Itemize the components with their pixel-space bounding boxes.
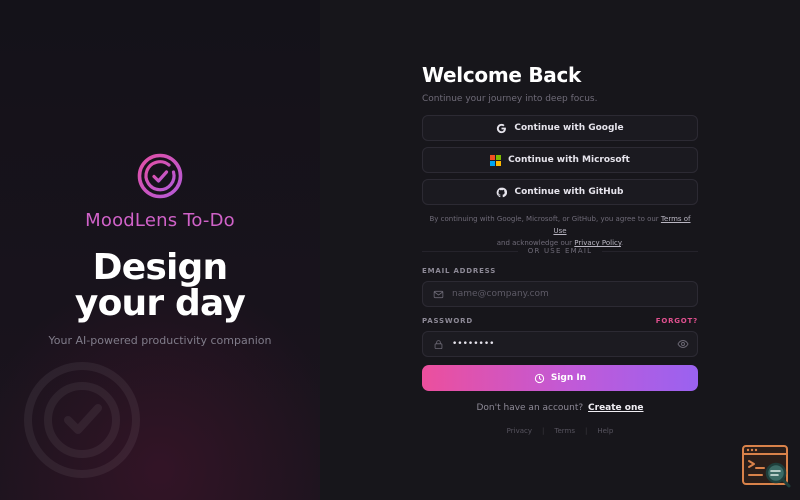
- password-field-wrapper: [422, 331, 698, 357]
- footer-separator: |: [585, 427, 588, 435]
- terminal-search-icon[interactable]: [742, 445, 792, 489]
- login-form: Welcome Back Continue your journey into …: [422, 60, 698, 435]
- google-button-label: Continue with Google: [514, 123, 624, 133]
- legal-notice: By continuing with Google, Microsoft, or…: [422, 213, 698, 249]
- github-button-label: Continue with GitHub: [514, 187, 624, 197]
- microsoft-button-label: Continue with Microsoft: [508, 155, 630, 165]
- lock-icon: [434, 339, 443, 349]
- google-signin-button[interactable]: Continue with Google: [422, 115, 698, 141]
- google-icon: [497, 123, 507, 133]
- page-title: Welcome Back: [422, 63, 582, 87]
- footer-links: Privacy | Terms | Help: [422, 427, 698, 435]
- divider-line-right: [602, 250, 698, 252]
- login-panel: Welcome Back Continue your journey into …: [320, 0, 800, 500]
- github-icon: [497, 187, 508, 197]
- divider-label: OR USE EMAIL: [527, 247, 593, 255]
- email-label: EMAIL ADDRESS: [422, 267, 497, 275]
- hero-title: Design your day: [0, 250, 320, 322]
- footer-privacy-link[interactable]: Privacy: [507, 427, 532, 435]
- footer-separator: |: [542, 427, 545, 435]
- brand-panel: MoodLens To-Do Design your day Your AI-p…: [0, 0, 320, 500]
- hero-title-line1: Design: [92, 247, 228, 288]
- signup-prompt: Don't have an account? Create one: [422, 403, 698, 413]
- eye-icon[interactable]: [677, 338, 689, 350]
- sign-in-button[interactable]: Sign In: [422, 365, 698, 391]
- email-field[interactable]: [452, 284, 697, 304]
- footer-terms-link[interactable]: Terms: [554, 427, 575, 435]
- page-subtitle: Continue your journey into deep focus.: [422, 94, 598, 104]
- mail-icon: [433, 290, 444, 298]
- divider: OR USE EMAIL: [422, 246, 698, 256]
- forgot-password-link[interactable]: FORGOT?: [656, 317, 698, 325]
- background-logo-icon: [24, 362, 140, 478]
- microsoft-icon: [490, 154, 502, 166]
- microsoft-signin-button[interactable]: Continue with Microsoft: [422, 147, 698, 173]
- password-label: PASSWORD: [422, 317, 473, 325]
- sign-in-label: Sign In: [550, 373, 587, 383]
- hero-tagline: Your AI-powered productivity companion: [48, 334, 272, 347]
- brand-name: MoodLens To-Do: [85, 210, 235, 231]
- signup-prompt-text: Don't have an account?: [476, 403, 584, 413]
- target-check-icon: [137, 153, 183, 199]
- hero-title-line2: your day: [74, 283, 246, 324]
- email-field-wrapper: [422, 281, 698, 307]
- create-account-link[interactable]: Create one: [588, 403, 643, 413]
- github-signin-button[interactable]: Continue with GitHub: [422, 179, 698, 205]
- divider-line-left: [422, 250, 518, 252]
- legal-prefix: By continuing with Google, Microsoft, or…: [429, 215, 659, 223]
- password-field[interactable]: [452, 334, 677, 354]
- footer-help-link[interactable]: Help: [597, 427, 613, 435]
- clock-icon: [534, 373, 544, 383]
